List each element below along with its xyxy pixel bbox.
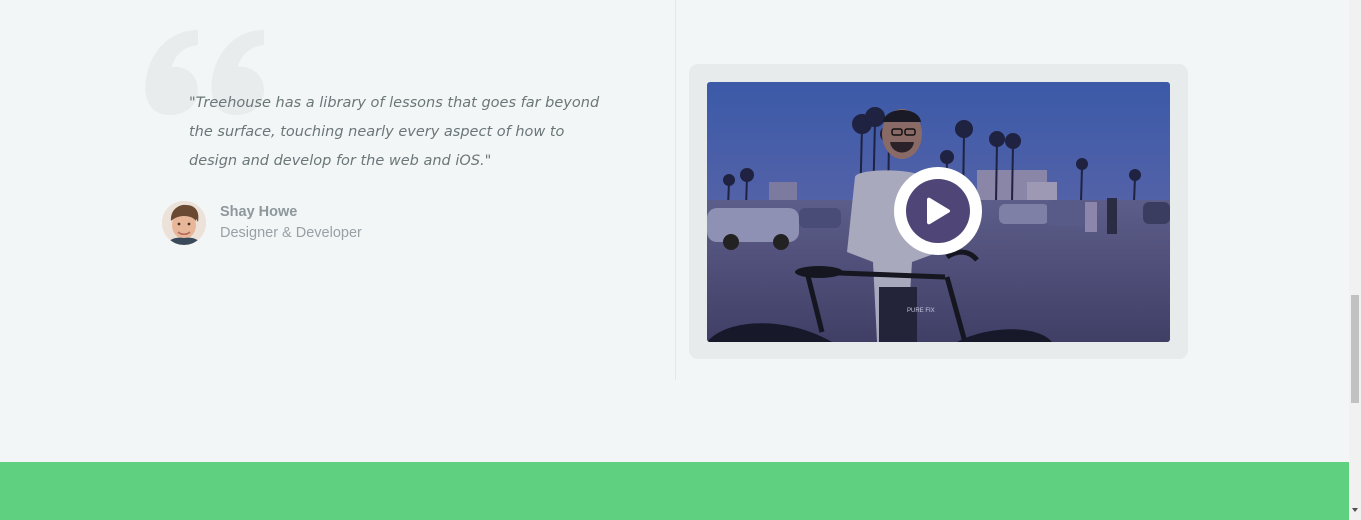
author-avatar (162, 201, 206, 245)
page: "Treehouse has a library of lessons that… (0, 0, 1349, 520)
author-info: Shay Howe Designer & Developer (220, 202, 362, 244)
video-card: PURE FIX (689, 64, 1188, 359)
cta-band (0, 462, 1349, 520)
author-name: Shay Howe (220, 204, 298, 220)
scroll-down-arrow-icon[interactable] (1352, 508, 1358, 512)
author-role: Designer & Developer (220, 225, 362, 241)
play-icon (906, 179, 970, 243)
thumbnail-text: PURE FIX (907, 308, 935, 314)
section-divider (675, 0, 676, 380)
scrollbar-thumb[interactable] (1351, 295, 1359, 403)
video-thumbnail[interactable]: PURE FIX (707, 82, 1170, 342)
testimonial-author: Shay Howe Designer & Developer (162, 201, 362, 245)
vertical-scrollbar[interactable] (1349, 0, 1361, 520)
testimonial-quote: "Treehouse has a library of lessons that… (189, 95, 600, 169)
play-button[interactable] (894, 167, 982, 255)
